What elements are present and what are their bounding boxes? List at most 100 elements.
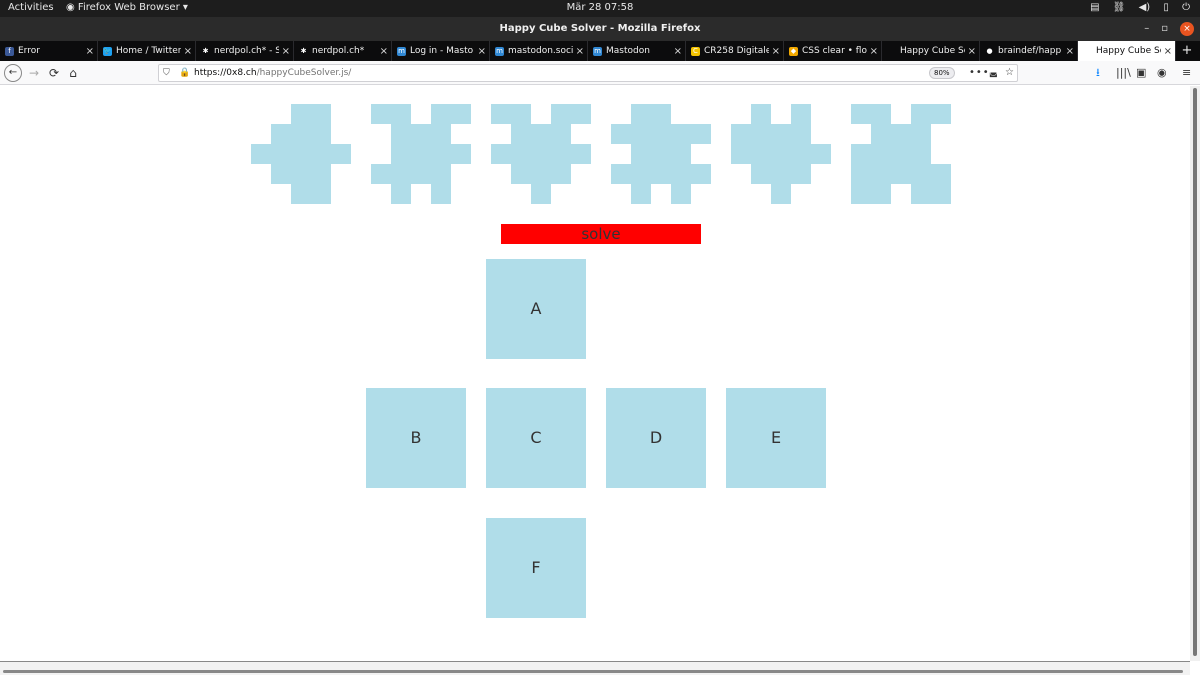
piece-cell	[611, 124, 631, 144]
piece-cell	[931, 184, 951, 204]
tab-close-icon[interactable]: ×	[1164, 46, 1172, 57]
piece-1[interactable]	[251, 104, 351, 204]
piece-cell	[391, 144, 411, 164]
zoom-indicator[interactable]: 80%	[929, 67, 955, 79]
piece-cell	[431, 124, 451, 144]
page-actions-icon[interactable]: •••	[969, 65, 990, 81]
reload-button[interactable]: ⟳	[46, 65, 62, 81]
tab-active[interactable]: Happy Cube Solve×	[1078, 41, 1176, 61]
tab-close-icon[interactable]: ×	[1066, 46, 1074, 57]
piece-cell	[411, 164, 431, 184]
piece-cell	[731, 124, 751, 144]
tab[interactable]: m Log in - Masto ×	[392, 41, 490, 61]
piece-cell	[911, 164, 931, 184]
tab[interactable]: Happy Cube Solve×	[882, 41, 980, 61]
network-icon[interactable]: ⛓	[1113, 2, 1126, 13]
forward-button[interactable]: →	[26, 65, 42, 81]
tab-close-icon[interactable]: ×	[478, 46, 486, 57]
tab[interactable]: ● braindef/happ ×	[980, 41, 1078, 61]
tab[interactable]: m Mastodon ×	[588, 41, 686, 61]
piece-cell	[631, 184, 651, 204]
face-e[interactable]: E	[726, 388, 826, 488]
tab[interactable]: m mastodon.soci ×	[490, 41, 588, 61]
piece-cell	[651, 124, 671, 144]
os-top-bar: Activities ◉ Firefox Web Browser ▾ Mär 2…	[0, 0, 1200, 17]
piece-cell	[371, 104, 391, 124]
tab[interactable]: ✱ nerdpol.ch* ×	[294, 41, 392, 61]
face-f[interactable]: F	[486, 518, 586, 618]
piece-6[interactable]	[851, 104, 951, 204]
tab[interactable]: ◆ CSS clear • floa ×	[784, 41, 882, 61]
tab-close-icon[interactable]: ×	[86, 46, 94, 57]
page-content: solve ABCDE F	[0, 86, 1190, 661]
face-c[interactable]: C	[486, 388, 586, 488]
piece-cell	[751, 164, 771, 184]
piece-5[interactable]	[731, 104, 831, 204]
piece-cell	[531, 144, 551, 164]
tab-close-icon[interactable]: ×	[282, 46, 290, 57]
scrollbar-thumb[interactable]	[1193, 88, 1197, 656]
sidebar-icon[interactable]: ▣	[1136, 65, 1146, 81]
piece-cell	[311, 164, 331, 184]
clock[interactable]: Mär 28 07:58	[567, 2, 634, 13]
tab-close-icon[interactable]: ×	[968, 46, 976, 57]
minimize-button[interactable]: –	[1144, 17, 1149, 41]
piece-cell	[891, 124, 911, 144]
piece-shape	[611, 104, 711, 204]
face-b[interactable]: B	[366, 388, 466, 488]
face-a[interactable]: A	[486, 259, 586, 359]
piece-cell	[571, 104, 591, 124]
app-menu[interactable]: ◉ Firefox Web Browser ▾	[66, 2, 188, 13]
tab[interactable]: f Error ×	[0, 41, 98, 61]
shield-icon[interactable]: ⛉	[163, 65, 170, 81]
bookmark-star-icon[interactable]: ☆	[1005, 65, 1014, 81]
close-window-button[interactable]: ×	[1180, 22, 1194, 36]
piece-4[interactable]	[611, 104, 711, 204]
tab-label: nerdpol.ch* - S	[214, 46, 279, 56]
pocket-icon[interactable]: ◛	[989, 65, 998, 81]
library-icon[interactable]: |||\	[1116, 65, 1131, 81]
lock-icon[interactable]: 🔒	[179, 65, 190, 81]
tab-close-icon[interactable]: ×	[576, 46, 584, 57]
tab-close-icon[interactable]: ×	[772, 46, 780, 57]
piece-cell	[791, 124, 811, 144]
tab[interactable]: 🐦 Home / Twitter ×	[98, 41, 196, 61]
tab-close-icon[interactable]: ×	[380, 46, 388, 57]
back-button[interactable]: ←	[4, 64, 22, 82]
tab[interactable]: C CR258 Digitale ×	[686, 41, 784, 61]
system-tray[interactable]: ▤ ⛓ ◀) ▯ ⏻	[1080, 2, 1190, 13]
vertical-scrollbar[interactable]	[1190, 86, 1200, 661]
url-bar[interactable]: ⛉ 🔒 https://0x8.ch/happyCubeSolver.js/ 8…	[158, 64, 1018, 82]
battery-icon[interactable]: ▯	[1163, 2, 1169, 13]
volume-icon[interactable]: ◀)	[1139, 2, 1151, 13]
new-tab-button[interactable]: +	[1178, 41, 1196, 61]
downloads-icon[interactable]: ⭳	[1096, 65, 1100, 81]
piece-2[interactable]	[371, 104, 471, 204]
clipboard-icon[interactable]: ▤	[1090, 2, 1099, 13]
maximize-button[interactable]: ▫	[1161, 17, 1168, 41]
account-icon[interactable]: ◉	[1157, 65, 1167, 81]
tab-close-icon[interactable]: ×	[870, 46, 878, 57]
power-icon[interactable]: ⏻	[1182, 2, 1190, 13]
piece-cell	[551, 104, 571, 124]
tab-close-icon[interactable]: ×	[184, 46, 192, 57]
firefox-icon: ◉	[66, 2, 75, 13]
home-button[interactable]: ⌂	[65, 65, 81, 81]
solve-button[interactable]: solve	[501, 224, 701, 244]
piece-cell	[531, 184, 551, 204]
caret-down-icon: ▾	[182, 2, 188, 13]
mastodon-icon: m	[593, 46, 602, 56]
diaspora-icon: ✱	[299, 46, 308, 56]
piece-cell	[771, 164, 791, 184]
face-d[interactable]: D	[606, 388, 706, 488]
url-text[interactable]: https://0x8.ch/happyCubeSolver.js/	[194, 65, 351, 81]
activities-button[interactable]: Activities	[8, 2, 54, 13]
url-path: /happyCubeSolver.js/	[256, 68, 352, 78]
piece-3[interactable]	[491, 104, 591, 204]
horizontal-scrollbar[interactable]	[3, 670, 1183, 673]
piece-cell	[731, 144, 751, 164]
piece-shape	[251, 104, 351, 204]
hamburger-menu-icon[interactable]: ≡	[1182, 65, 1191, 81]
tab-close-icon[interactable]: ×	[674, 46, 682, 57]
tab[interactable]: ✱ nerdpol.ch* - S ×	[196, 41, 294, 61]
